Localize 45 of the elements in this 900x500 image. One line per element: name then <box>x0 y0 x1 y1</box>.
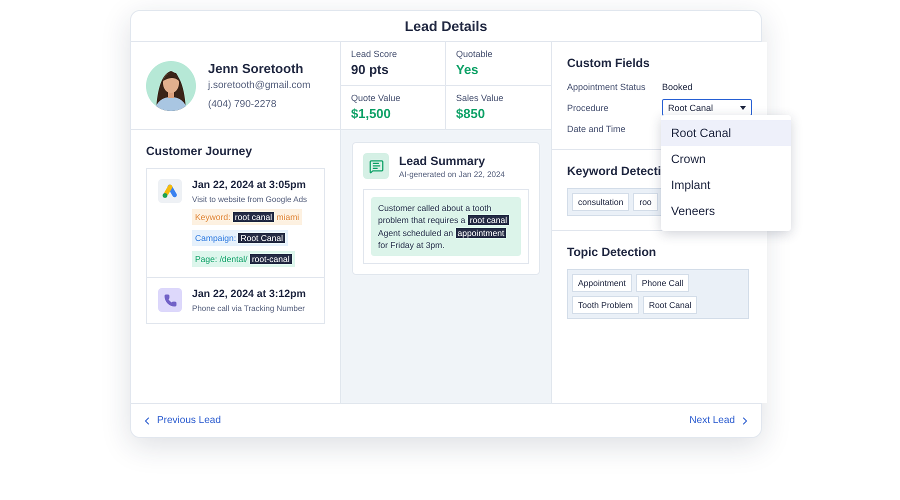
field-label: Appointment Status <box>567 82 647 92</box>
topic-tag: Root Canal <box>642 296 698 314</box>
dropdown-option[interactable]: Veneers <box>661 198 791 224</box>
summary-subtitle: AI-generated on Jan 22, 2024 <box>399 170 505 178</box>
event-description: Visit to website from Google Ads <box>192 195 308 204</box>
stat-label: Sales Value <box>456 93 504 103</box>
stat-value: $850 <box>456 106 486 121</box>
field-label: Date and Time <box>567 124 627 134</box>
source-tag: Keyword: root canal miami <box>192 209 302 225</box>
topic-tag: Tooth Problem <box>572 296 639 314</box>
stat-value: Yes <box>456 62 480 77</box>
section-title: Topic Detection <box>567 245 658 259</box>
stat-label: Quote Value <box>351 93 402 103</box>
topic-tag: Appointment <box>572 274 632 292</box>
caret-icon <box>740 106 746 110</box>
field-value: Booked <box>662 82 694 92</box>
stat-label: Quotable <box>456 49 494 59</box>
contact-name: Jenn Soretooth <box>208 61 304 76</box>
message-icon <box>368 158 384 174</box>
phone-icon <box>164 294 176 306</box>
dropdown-option[interactable]: Implant <box>661 172 791 198</box>
field-label: Procedure <box>567 102 610 112</box>
section-title: Keyword Detecti <box>567 164 662 178</box>
event-description: Phone call via Tracking Number <box>192 304 306 313</box>
stat-value: $1,500 <box>351 106 392 121</box>
summary-text: Customer called about a tooth problem that requires a root canal Agent scheduled an appointment for Friday at 3pm. <box>371 197 521 256</box>
dropdown-option[interactable]: Crown <box>661 146 791 172</box>
stat-value: 90 pts <box>351 62 390 77</box>
keyword-tag: consultation <box>572 193 630 211</box>
previous-lead-link[interactable]: Previous Lead <box>141 414 221 426</box>
section-title: Customer Journey <box>146 144 254 158</box>
summary-title: Lead Summary <box>399 154 486 168</box>
triangle-logo-icon <box>162 184 178 198</box>
topic-tag: Phone Call <box>636 274 690 292</box>
contact-phone: (404) 790-2278 <box>208 99 278 110</box>
section-title: Custom Fields <box>567 56 651 70</box>
keyword-tag: roo <box>633 193 658 211</box>
next-lead-link[interactable]: Next Lead <box>689 414 751 426</box>
event-time: Jan 22, 2024 at 3:12pm <box>192 288 306 300</box>
contact-email: j.soretooth@gmail.com <box>208 80 310 91</box>
dropdown-option[interactable]: Root Canal <box>661 120 791 146</box>
stat-label: Lead Score <box>351 49 398 59</box>
event-time: Jan 22, 2024 at 3:05pm <box>192 179 307 191</box>
source-tag: Campaign: Root Canal <box>192 230 288 246</box>
source-tag: Page: /dental/ root-canal <box>192 251 295 267</box>
